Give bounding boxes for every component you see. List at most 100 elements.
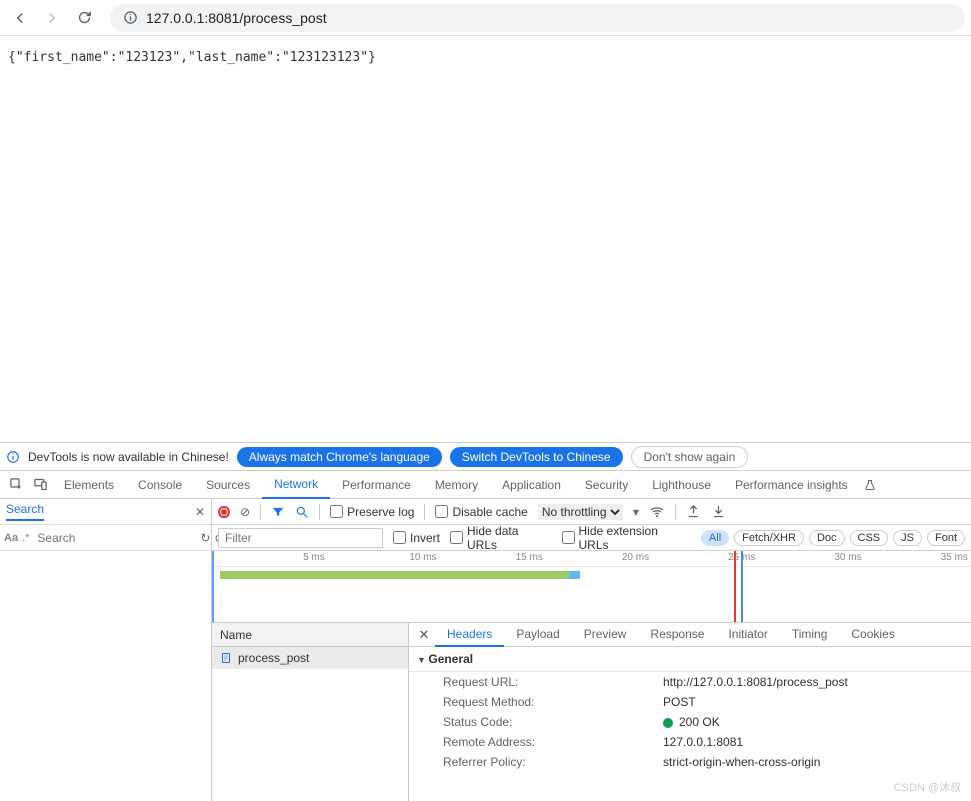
hide-ext-checkbox[interactable]: Hide extension URLs [562,524,691,552]
general-row: Referrer Policy:strict-origin-when-cross… [409,752,971,772]
disable-cache-checkbox[interactable]: Disable cache [435,505,527,519]
key: Request Method: [443,695,663,709]
forward-button[interactable] [38,4,66,32]
info-icon [6,450,20,464]
close-icon[interactable]: ✕ [195,505,205,519]
devtools-panel: DevTools is now available in Chinese! Al… [0,442,971,801]
value: strict-origin-when-cross-origin [663,755,820,769]
request-list: Name process_post [212,623,409,801]
invert-checkbox[interactable]: Invert [393,531,440,545]
tab-security[interactable]: Security [573,472,640,498]
upload-icon[interactable] [686,504,701,519]
network-toolbar: ⊘ Preserve log Disable cache No throttli… [212,499,971,525]
inspect-icon[interactable] [4,472,28,498]
wifi-icon[interactable] [649,504,665,520]
back-button[interactable] [6,4,34,32]
download-icon[interactable] [711,504,726,519]
tab-lighthouse[interactable]: Lighthouse [640,472,723,498]
device-icon[interactable] [28,472,52,498]
filter-type-js[interactable]: JS [893,530,922,546]
key: Remote Address: [443,735,663,749]
status-dot-icon [663,718,673,728]
detail-tabs: ✕ HeadersPayloadPreviewResponseInitiator… [409,623,971,647]
filter-input[interactable] [218,528,383,548]
tab-memory[interactable]: Memory [423,472,490,498]
infobar-message: DevTools is now available in Chinese! [28,450,229,464]
key: Status Code: [443,715,663,729]
general-row: Status Code:200 OK [409,712,971,732]
general-section[interactable]: General [409,647,971,672]
tab-network[interactable]: Network [262,471,330,499]
value: POST [663,695,696,709]
detail-tab-response[interactable]: Response [638,623,716,647]
detail-tab-preview[interactable]: Preview [572,623,639,647]
preserve-log-checkbox[interactable]: Preserve log [330,505,414,519]
clear-button[interactable]: ⊘ [240,505,250,519]
page-body: {"first_name":"123123","last_name":"1231… [0,36,971,79]
filter-type-fetch-xhr[interactable]: Fetch/XHR [734,530,804,546]
value: http://127.0.0.1:8081/process_post [663,675,848,689]
timeline-tick: 5 ms [303,552,325,563]
record-button[interactable] [218,506,230,518]
response-text: {"first_name":"123123","last_name":"1231… [8,50,376,65]
tab-application[interactable]: Application [490,472,573,498]
filter-type-css[interactable]: CSS [850,530,889,546]
match-language-button[interactable]: Always match Chrome's language [237,447,442,467]
request-item[interactable]: process_post [212,647,408,669]
filter-type-doc[interactable]: Doc [809,530,845,546]
watermark: CSDN @沐叔 [894,779,961,795]
document-icon [220,652,232,664]
search-icon[interactable] [295,505,309,519]
timeline-tick: 35 ms [941,552,968,563]
site-info-icon[interactable] [122,10,138,26]
timeline-tick: 20 ms [622,552,649,563]
filter-type-all[interactable]: All [701,530,729,546]
key: Request URL: [443,675,663,689]
tab-performance-insights[interactable]: Performance insights [723,472,860,498]
dont-show-button[interactable]: Don't show again [631,446,749,468]
devtools-infobar: DevTools is now available in Chinese! Al… [0,443,971,471]
detail-tab-initiator[interactable]: Initiator [716,623,779,647]
value: 200 OK [663,715,720,729]
timeline-overview[interactable]: 5 ms10 ms15 ms20 ms25 ms30 ms35 ms [212,551,971,623]
request-list-header[interactable]: Name [212,623,408,647]
detail-tab-cookies[interactable]: Cookies [839,623,906,647]
key: Referrer Policy: [443,755,663,769]
tab-elements[interactable]: Elements [52,472,126,498]
url-box[interactable]: 127.0.0.1:8081/process_post [110,4,965,32]
regex-icon[interactable]: .* [22,532,29,544]
general-row: Request URL:http://127.0.0.1:8081/proces… [409,672,971,692]
request-detail: ✕ HeadersPayloadPreviewResponseInitiator… [409,623,971,801]
general-row: Remote Address:127.0.0.1:8081 [409,732,971,752]
address-bar: 127.0.0.1:8081/process_post [0,0,971,36]
detail-tab-headers[interactable]: Headers [435,623,504,647]
tab-sources[interactable]: Sources [194,472,262,498]
reload-button[interactable] [70,4,98,32]
switch-chinese-button[interactable]: Switch DevTools to Chinese [450,447,623,467]
network-panel: ⊘ Preserve log Disable cache No throttli… [212,499,971,801]
value: 127.0.0.1:8081 [663,735,743,749]
chevron-down-icon[interactable]: ▾ [633,505,639,519]
match-case-icon[interactable]: Aa [4,532,18,544]
general-row: Request Method:POST [409,692,971,712]
timeline-tick: 30 ms [834,552,861,563]
detail-tab-timing[interactable]: Timing [780,623,840,647]
timeline-tick: 15 ms [516,552,543,563]
refresh-icon[interactable]: ↻ [200,531,210,545]
hide-data-checkbox[interactable]: Hide data URLs [450,524,551,552]
filter-type-font[interactable]: Font [927,530,965,546]
filter-icon[interactable] [271,505,285,519]
request-name: process_post [238,651,309,665]
tab-performance[interactable]: Performance [330,472,423,498]
search-sidebar: Search ✕ Aa .* ↻ ⊘ [0,499,212,801]
close-detail-icon[interactable]: ✕ [413,627,435,643]
search-tab-label[interactable]: Search [6,502,44,521]
tab-console[interactable]: Console [126,472,194,498]
url-text: 127.0.0.1:8081/process_post [146,10,327,26]
devtools-main-tabs: ElementsConsoleSourcesNetworkPerformance… [0,471,971,499]
flask-icon [864,479,876,491]
throttling-select[interactable]: No throttling [538,504,623,520]
search-input[interactable] [33,529,196,547]
detail-tab-payload[interactable]: Payload [504,623,571,647]
network-filter-row: Invert Hide data URLs Hide extension URL… [212,525,971,551]
